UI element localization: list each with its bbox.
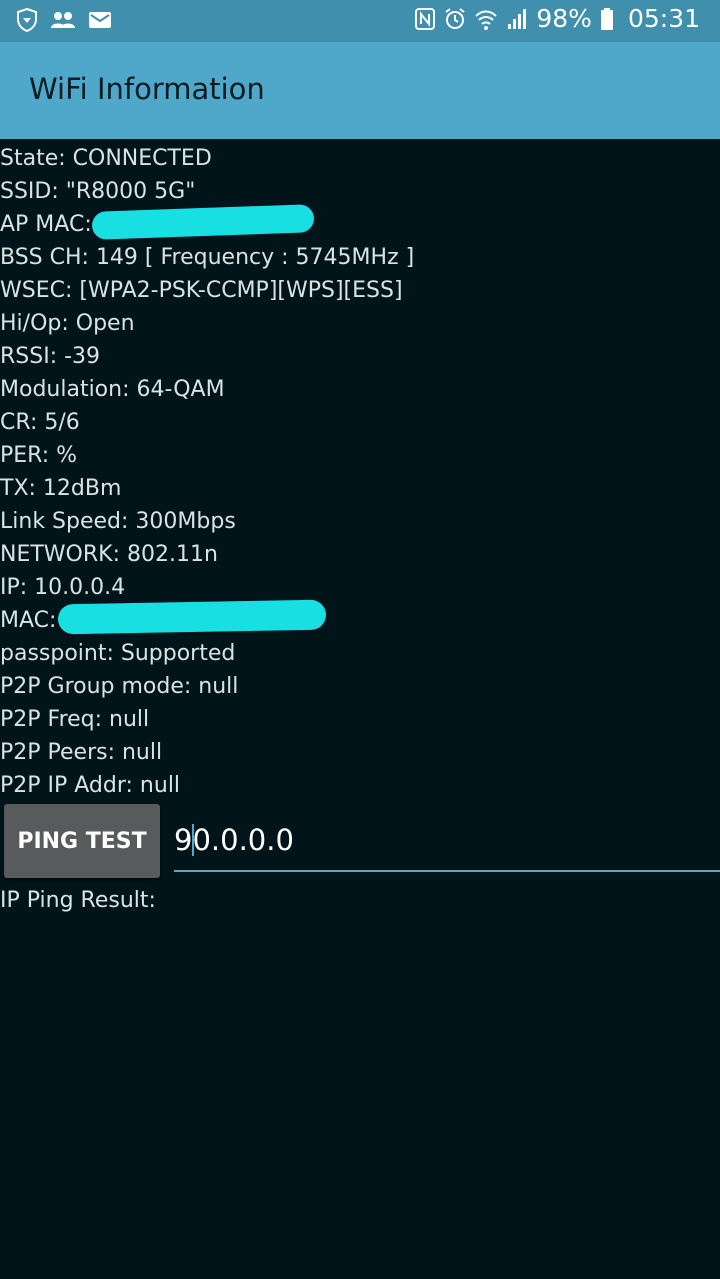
app-bar: WiFi Information bbox=[0, 42, 720, 139]
info-p2p-ip: P2P IP Addr: null bbox=[0, 773, 181, 798]
page-title: WiFi Information bbox=[29, 72, 265, 106]
people-icon bbox=[50, 10, 76, 30]
ping-row: PING TEST 90.0.0.0 bbox=[0, 802, 720, 882]
info-bss-channel: BSS CH: 149 [ Frequency : 5745MHz ] bbox=[0, 245, 415, 270]
text-caret bbox=[192, 824, 194, 856]
info-p2p-freq: P2P Freq: null bbox=[0, 707, 150, 732]
wifi-icon bbox=[474, 7, 498, 31]
mail-icon bbox=[88, 10, 112, 30]
battery-icon bbox=[600, 7, 614, 31]
info-rssi: RSSI: -39 bbox=[0, 344, 101, 369]
info-p2p-peers: P2P Peers: null bbox=[0, 740, 163, 765]
status-left-icons bbox=[16, 8, 112, 32]
info-passpoint: passpoint: Supported bbox=[0, 641, 236, 666]
signal-icon bbox=[506, 7, 528, 31]
info-p2p-group: P2P Group mode: null bbox=[0, 674, 239, 699]
info-per: PER: % bbox=[0, 443, 78, 468]
info-hiop: Hi/Op: Open bbox=[0, 311, 135, 336]
info-cr: CR: 5/6 bbox=[0, 410, 80, 435]
shield-icon bbox=[16, 8, 38, 32]
info-state: State: CONNECTED bbox=[0, 146, 212, 171]
wifi-info-list: State: CONNECTED SSID: "R8000 5G" AP MAC… bbox=[0, 142, 720, 802]
info-ip: IP: 10.0.0.4 bbox=[0, 575, 126, 600]
info-tx: TX: 12dBm bbox=[0, 476, 122, 501]
mac-redaction bbox=[57, 599, 327, 635]
info-wsec: WSEC: [WPA2-PSK-CCMP][WPS][ESS] bbox=[0, 278, 403, 303]
ping-ip-input[interactable]: 90.0.0.0 bbox=[174, 818, 720, 872]
nfc-icon bbox=[414, 7, 436, 31]
status-bar: 98% 05:31 bbox=[0, 0, 720, 42]
ping-test-button[interactable]: PING TEST bbox=[4, 804, 160, 878]
status-right-icons: 98% 05:31 bbox=[414, 4, 700, 33]
info-link-speed: Link Speed: 300Mbps bbox=[0, 509, 236, 534]
alarm-icon bbox=[444, 7, 466, 31]
info-modulation: Modulation: 64-QAM bbox=[0, 377, 225, 402]
info-network: NETWORK: 802.11n bbox=[0, 542, 218, 567]
info-ssid: SSID: "R8000 5G" bbox=[0, 179, 196, 204]
battery-level: 98% bbox=[536, 4, 592, 33]
clock: 05:31 bbox=[627, 4, 700, 33]
ping-result-label: IP Ping Result: bbox=[0, 888, 156, 913]
